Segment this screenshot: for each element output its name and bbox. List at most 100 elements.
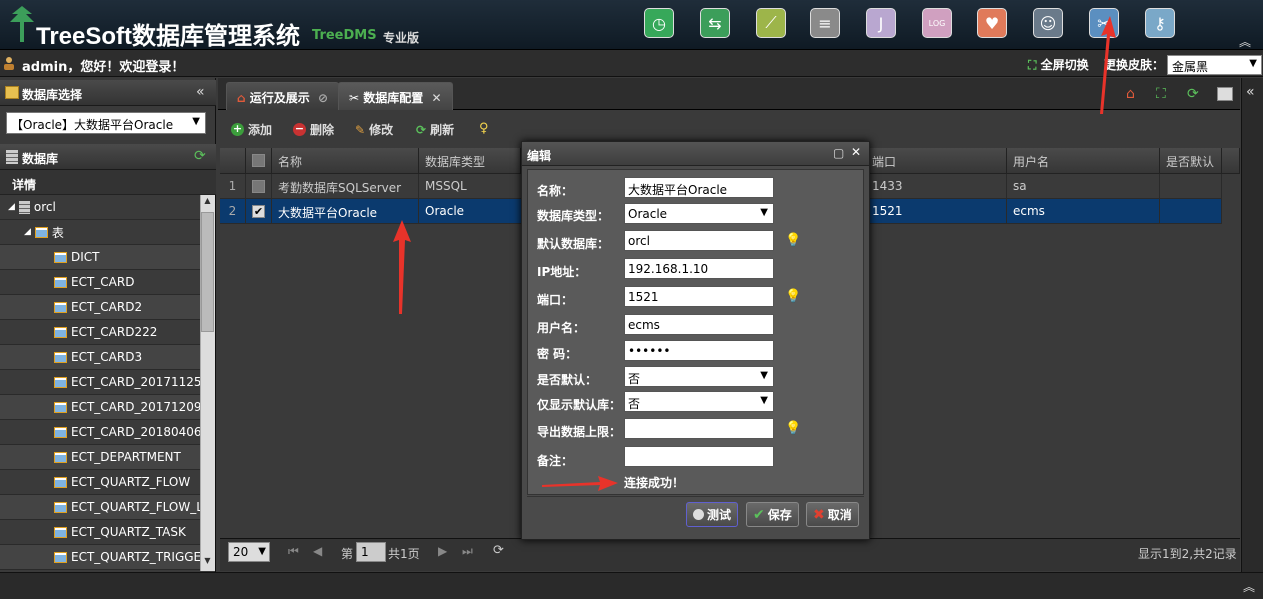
grid-header-user[interactable]: 用户名 [1007,148,1160,174]
edit-dialog-header[interactable]: 编辑 ▢ ✕ [522,142,869,166]
prev-page-icon[interactable]: ◀ [313,544,322,558]
name-field[interactable]: 大数据平台Oracle [624,177,774,198]
grid-cell-default[interactable] [1160,199,1222,224]
row-checkbox[interactable] [252,180,265,193]
close-icon[interactable]: ⊘ [318,91,328,105]
tree-table-item[interactable]: ECT_CARD [0,270,200,295]
grid-header-default[interactable]: 是否默认 [1160,148,1222,174]
tree-scrollbar-thumb[interactable] [201,212,214,332]
tree-node-root[interactable]: ◢ orcl [0,195,200,220]
hint-bulb-icon[interactable]: ♀ [479,121,489,136]
scroll-up-icon[interactable]: ▲ [201,196,214,210]
save-button[interactable]: ✔ 保存 [746,502,799,527]
grid-header-name[interactable]: 名称 [272,148,419,174]
maximize-icon[interactable]: ⛶ [1156,86,1166,102]
port-field[interactable]: 1521 [624,286,774,307]
app-title: TreeSoft数据库管理系统 [36,23,301,50]
password-field[interactable]: •••••• [624,340,774,361]
key-icon[interactable]: ⚷ [1145,8,1175,38]
tree-table-item[interactable]: ECT_QUARTZ_TRIGGE [0,545,200,570]
tree-table-label: ECT_QUARTZ_TRIGGE [71,550,200,564]
java-icon[interactable]: J [866,8,896,38]
tree-table-item[interactable]: ECT_QUARTZ_FLOW [0,470,200,495]
grid-header-type[interactable]: 数据库类型 [419,148,521,174]
user-field[interactable]: ecms [624,314,774,335]
tree-node-tables[interactable]: ◢ 表 [0,220,200,245]
tree-table-label: ECT_CARD_20171125 [71,375,200,389]
delete-button[interactable]: − 删除 [293,121,334,138]
next-page-icon[interactable]: ▶ [438,544,447,558]
maximize-icon[interactable]: ▢ [833,146,844,160]
grid-cell-user[interactable]: sa [1007,174,1160,199]
swap-icon[interactable]: ⇆ [700,8,730,38]
table-icon [54,451,67,463]
grid-cell-num[interactable]: 2 [220,199,246,224]
page-size-select[interactable]: 20 ▼ [228,542,270,562]
row-checkbox-cell[interactable]: ✔ [246,199,272,224]
select-all-checkbox[interactable] [252,154,265,167]
grid-cell-default[interactable] [1160,174,1222,199]
hint-bulb-icon[interactable]: 💡 [785,289,801,304]
clock-icon[interactable]: ◷ [644,8,674,38]
page-number-input[interactable]: 1 [356,542,386,562]
export-limit-field[interactable] [624,418,774,439]
refresh-icon[interactable]: ⟳ [1187,86,1199,102]
tree-table-item[interactable]: ECT_CARD_20171209 [0,395,200,420]
remark-field[interactable] [624,446,774,467]
tab-run-display[interactable]: ⌂ 运行及展示 ⊘ [226,82,340,110]
collapse-up-icon[interactable]: ︽ [1239,33,1251,50]
default-db-field[interactable]: orcl [624,230,774,251]
tree-table-item[interactable]: ECT_CARD_20180406 [0,420,200,445]
hint-bulb-icon[interactable]: 💡 [785,233,801,248]
collapse-right-icon[interactable]: « [1246,84,1255,100]
row-checkbox[interactable]: ✔ [252,205,265,218]
tree-table-item[interactable]: ECT_CARD222 [0,320,200,345]
edit-button[interactable]: ✎ 修改 [355,121,393,138]
grid-header-port[interactable]: 端口 [866,148,1007,174]
only-default-select[interactable]: 否 [624,391,774,412]
tree-table-item[interactable]: ECT_QUARTZ_TASK [0,520,200,545]
detail-row[interactable]: 详情 [0,170,216,195]
grid-cell-port[interactable]: 1521 [866,199,1007,224]
add-button[interactable]: + 添加 [231,121,272,138]
database-icon[interactable]: ≡ [810,8,840,38]
tree-table-item[interactable]: ECT_QUARTZ_FLOW_L [0,495,200,520]
first-page-icon[interactable]: ⏮ [288,544,299,559]
chart-icon[interactable]: ⟋ [756,8,786,38]
ip-field[interactable]: 192.168.1.10 [624,258,774,279]
tree-table-item[interactable]: ECT_DEPARTMENT [0,445,200,470]
reload-icon[interactable]: ⟳ [493,543,504,558]
db-type-select[interactable]: Oracle [624,203,774,224]
is-default-select[interactable]: 否 [624,366,774,387]
tree-table-item[interactable]: ECT_CARD3 [0,345,200,370]
hint-bulb-icon[interactable]: 💡 [785,421,801,436]
tree-table-item[interactable]: ECT_CARD2 [0,295,200,320]
grid-cell-name[interactable]: 考勤数据库SQLServer [272,174,419,199]
database-select[interactable]: 【Oracle】大数据平台Oracle ▼ [6,112,206,134]
test-button[interactable]: 测试 [686,502,739,527]
refresh-icon[interactable]: ⟳ [194,148,206,164]
grid-cell-user[interactable]: ecms [1007,199,1160,224]
scroll-down-icon[interactable]: ▼ [201,556,214,570]
row-checkbox-cell[interactable] [246,174,272,199]
heart-icon[interactable]: ♥ [977,8,1007,38]
collapse-left-icon[interactable]: « [196,84,205,100]
close-icon[interactable]: ✕ [851,145,861,159]
skin-select[interactable]: 金属黑 ▼ [1167,55,1262,75]
close-icon[interactable]: ✕ [431,91,441,105]
grid-cell-port[interactable]: 1433 [866,174,1007,199]
collapse-up-icon[interactable]: ︽ [1243,578,1255,595]
user-icon[interactable]: ☺ [1033,8,1063,38]
tab-db-config[interactable]: ✂ 数据库配置 ✕ [338,82,453,110]
home-icon[interactable]: ⌂ [1126,86,1135,102]
grid-header-checkbox[interactable] [246,148,272,174]
cancel-button[interactable]: ✖ 取消 [806,502,859,527]
tree-table-item[interactable]: ECT_CARD_20171125 [0,370,200,395]
tree-table-item[interactable]: DICT [0,245,200,270]
window-icon[interactable] [1217,87,1233,101]
grid-cell-num[interactable]: 1 [220,174,246,199]
refresh-button[interactable]: ⟳ 刷新 [416,121,454,138]
fullscreen-toggle[interactable]: ⛶ 全屏切换 [1028,56,1089,73]
last-page-icon[interactable]: ⏭ [462,544,473,559]
log-icon[interactable]: LOG [922,8,952,38]
